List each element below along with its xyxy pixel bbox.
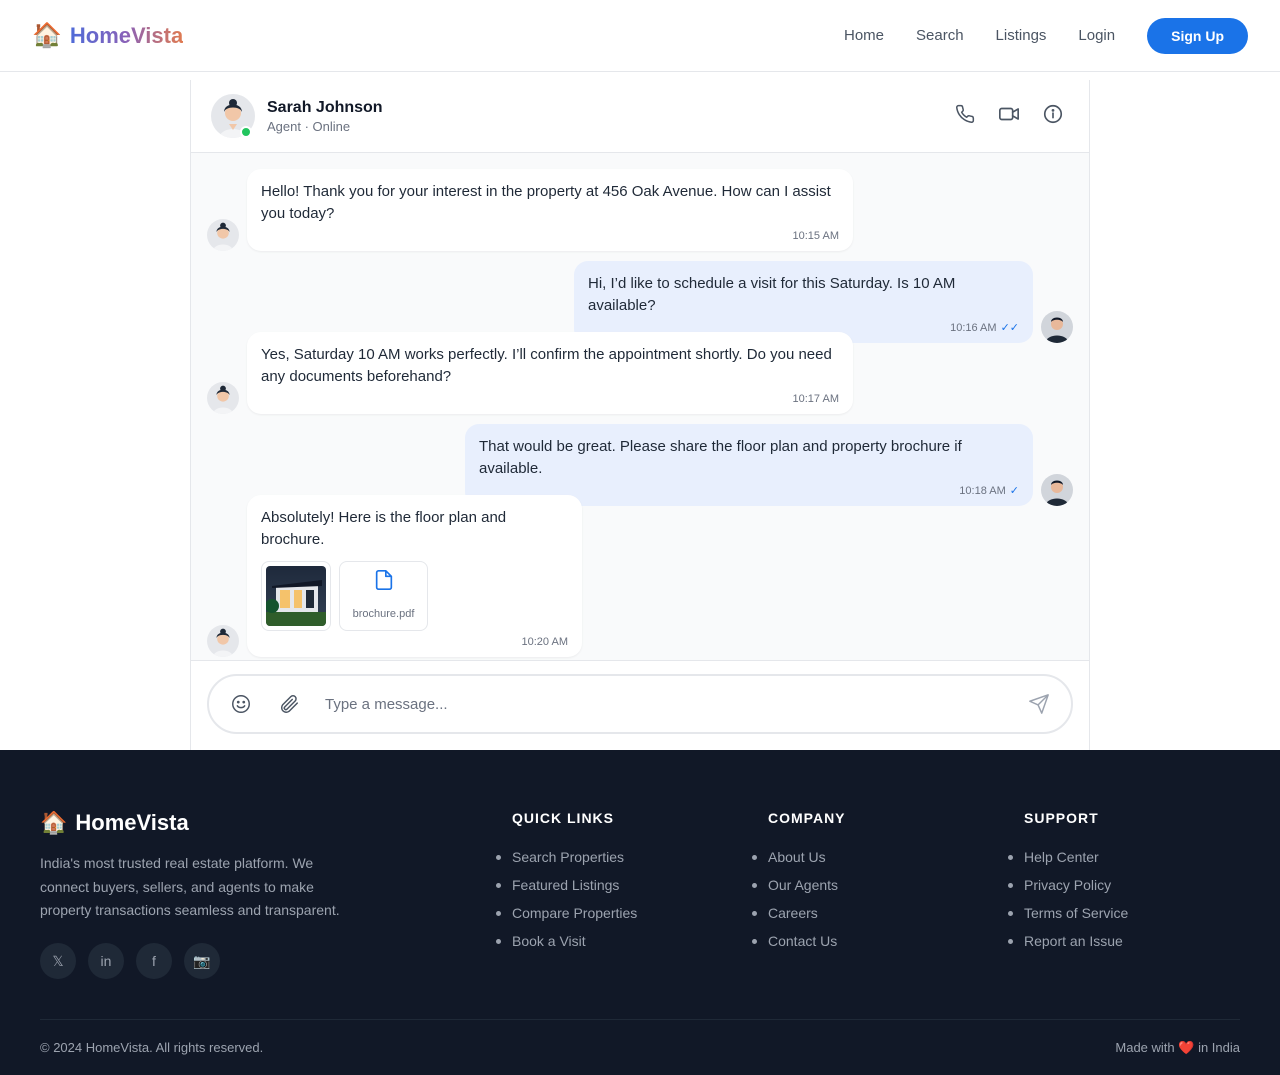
incoming-message: Absolutely! Here is the floor plan and b… xyxy=(247,495,582,657)
footer-description: India's most trusted real estate platfor… xyxy=(40,855,340,918)
message-row: That would be great. Please share the fl… xyxy=(465,424,1073,506)
footer-link[interactable]: Report an Issue xyxy=(1007,927,1128,955)
nav-link-listings[interactable]: Listings xyxy=(996,27,1047,44)
brand-name: HomeVista xyxy=(69,22,184,48)
footer-link[interactable]: Compare Properties xyxy=(495,899,637,927)
attach-paperclip-icon[interactable] xyxy=(277,692,301,716)
footer-link[interactable]: About Us xyxy=(752,843,846,871)
file-name: brochure.pdf xyxy=(352,607,415,620)
footer-column-company: COMPANY About Us Our Agents Careers Cont… xyxy=(752,810,846,955)
made-with-love: Made with ❤️ in India xyxy=(1115,1040,1240,1056)
emoji-icon[interactable] xyxy=(229,692,253,716)
chat-panel: Sarah Johnson Agent · Online Hello! Than… xyxy=(190,80,1090,750)
message-time: 10:20 AM xyxy=(521,636,568,648)
incoming-message: Hello! Thank you for your interest in th… xyxy=(247,169,853,251)
agent-avatar xyxy=(207,382,239,414)
phone-icon[interactable] xyxy=(953,102,977,126)
attachments: brochure.pdf xyxy=(261,561,568,631)
contact-info: Sarah Johnson Agent · Online xyxy=(267,99,383,134)
message-text: Yes, Saturday 10 AM works perfectly. I’l… xyxy=(261,346,832,385)
message-text: Hi, I’d like to schedule a visit for thi… xyxy=(588,275,956,314)
footer-link[interactable]: Search Properties xyxy=(495,843,637,871)
message-time: 10:16 AM xyxy=(950,322,997,334)
chat-header: Sarah Johnson Agent · Online xyxy=(191,80,1089,153)
message-text: Hello! Thank you for your interest in th… xyxy=(261,183,831,222)
message-text: Absolutely! Here is the floor plan and b… xyxy=(261,509,507,548)
send-icon[interactable] xyxy=(1027,692,1051,716)
social-links: 𝕏 in f 📷 xyxy=(40,943,220,979)
facebook-icon[interactable]: f xyxy=(136,943,172,979)
header-actions xyxy=(953,102,1065,126)
message-time: 10:15 AM xyxy=(792,230,839,242)
message-composer xyxy=(191,660,1089,750)
message-row: Hello! Thank you for your interest in th… xyxy=(207,169,853,251)
footer-brand[interactable]: 🏠 HomeVista xyxy=(40,810,189,836)
online-status-dot xyxy=(240,126,252,138)
message-row: Absolutely! Here is the floor plan and b… xyxy=(207,495,582,657)
nav-link-home[interactable]: Home xyxy=(844,27,884,44)
property-image-attachment[interactable] xyxy=(261,561,331,631)
message-text: That would be great. Please share the fl… xyxy=(479,438,962,477)
heart-icon: ❤️ xyxy=(1178,1040,1195,1055)
message-time: 10:17 AM xyxy=(792,393,839,405)
user-avatar xyxy=(1041,311,1073,343)
site-footer: 🏠 HomeVista India's most trusted real es… xyxy=(0,750,1280,1075)
brand-logo[interactable]: 🏠 HomeVista xyxy=(32,21,183,50)
contact-name: Sarah Johnson xyxy=(267,98,383,116)
nav-links: Home Search Listings Login Sign Up xyxy=(844,17,1248,54)
footer-link[interactable]: Careers xyxy=(752,899,846,927)
brochure-file-attachment[interactable]: brochure.pdf xyxy=(339,561,428,631)
footer-column-quick-links: QUICK LINKS Search Properties Featured L… xyxy=(495,810,637,955)
footer-link[interactable]: Our Agents xyxy=(752,871,846,899)
document-icon xyxy=(373,568,395,599)
message-row: Yes, Saturday 10 AM works perfectly. I’l… xyxy=(207,332,853,414)
twitter-x-icon[interactable]: 𝕏 xyxy=(40,943,76,979)
message-row: Hi, I’d like to schedule a visit for thi… xyxy=(574,261,1073,343)
read-receipt-icon: ✓✓ xyxy=(1000,322,1019,334)
linkedin-icon[interactable]: in xyxy=(88,943,124,979)
top-navbar: 🏠 HomeVista Home Search Listings Login S… xyxy=(0,0,1280,72)
agent-avatar xyxy=(207,219,239,251)
footer-column-title: QUICK LINKS xyxy=(512,810,614,826)
video-call-icon[interactable] xyxy=(997,102,1021,126)
composer-box xyxy=(207,674,1073,734)
agent-avatar xyxy=(207,625,239,657)
footer-link[interactable]: Book a Visit xyxy=(495,927,637,955)
instagram-icon[interactable]: 📷 xyxy=(184,943,220,979)
footer-brand-name: HomeVista xyxy=(75,810,189,835)
outgoing-message: That would be great. Please share the fl… xyxy=(465,424,1033,506)
footer-link[interactable]: Privacy Policy xyxy=(1007,871,1128,899)
message-time: 10:18 AM xyxy=(959,485,1006,497)
outgoing-message: Hi, I’d like to schedule a visit for thi… xyxy=(574,261,1033,343)
footer-divider xyxy=(40,1019,1240,1020)
footer-column-title: SUPPORT xyxy=(1024,810,1099,826)
footer-column-title: COMPANY xyxy=(768,810,846,826)
footer-link[interactable]: Contact Us xyxy=(752,927,846,955)
message-list: Hello! Thank you for your interest in th… xyxy=(191,153,1089,660)
user-avatar xyxy=(1041,474,1073,506)
made-prefix: Made with xyxy=(1115,1040,1175,1055)
footer-link[interactable]: Featured Listings xyxy=(495,871,637,899)
nav-link-search[interactable]: Search xyxy=(916,27,964,44)
contact-status: Agent · Online xyxy=(267,118,351,134)
info-icon[interactable] xyxy=(1041,102,1065,126)
copyright-text: © 2024 HomeVista. All rights reserved. xyxy=(40,1040,264,1055)
sent-receipt-icon: ✓ xyxy=(1009,485,1019,497)
house-icon: 🏠 xyxy=(40,810,68,835)
nav-link-login[interactable]: Login xyxy=(1078,27,1115,44)
house-icon: 🏠 xyxy=(32,22,62,49)
incoming-message: Yes, Saturday 10 AM works perfectly. I’l… xyxy=(247,332,853,414)
message-input[interactable] xyxy=(325,695,1027,713)
signup-button[interactable]: Sign Up xyxy=(1147,17,1248,54)
footer-link[interactable]: Help Center xyxy=(1007,843,1128,871)
made-suffix: in India xyxy=(1198,1040,1240,1055)
footer-column-support: SUPPORT Help Center Privacy Policy Terms… xyxy=(1007,810,1128,955)
footer-link[interactable]: Terms of Service xyxy=(1007,899,1128,927)
